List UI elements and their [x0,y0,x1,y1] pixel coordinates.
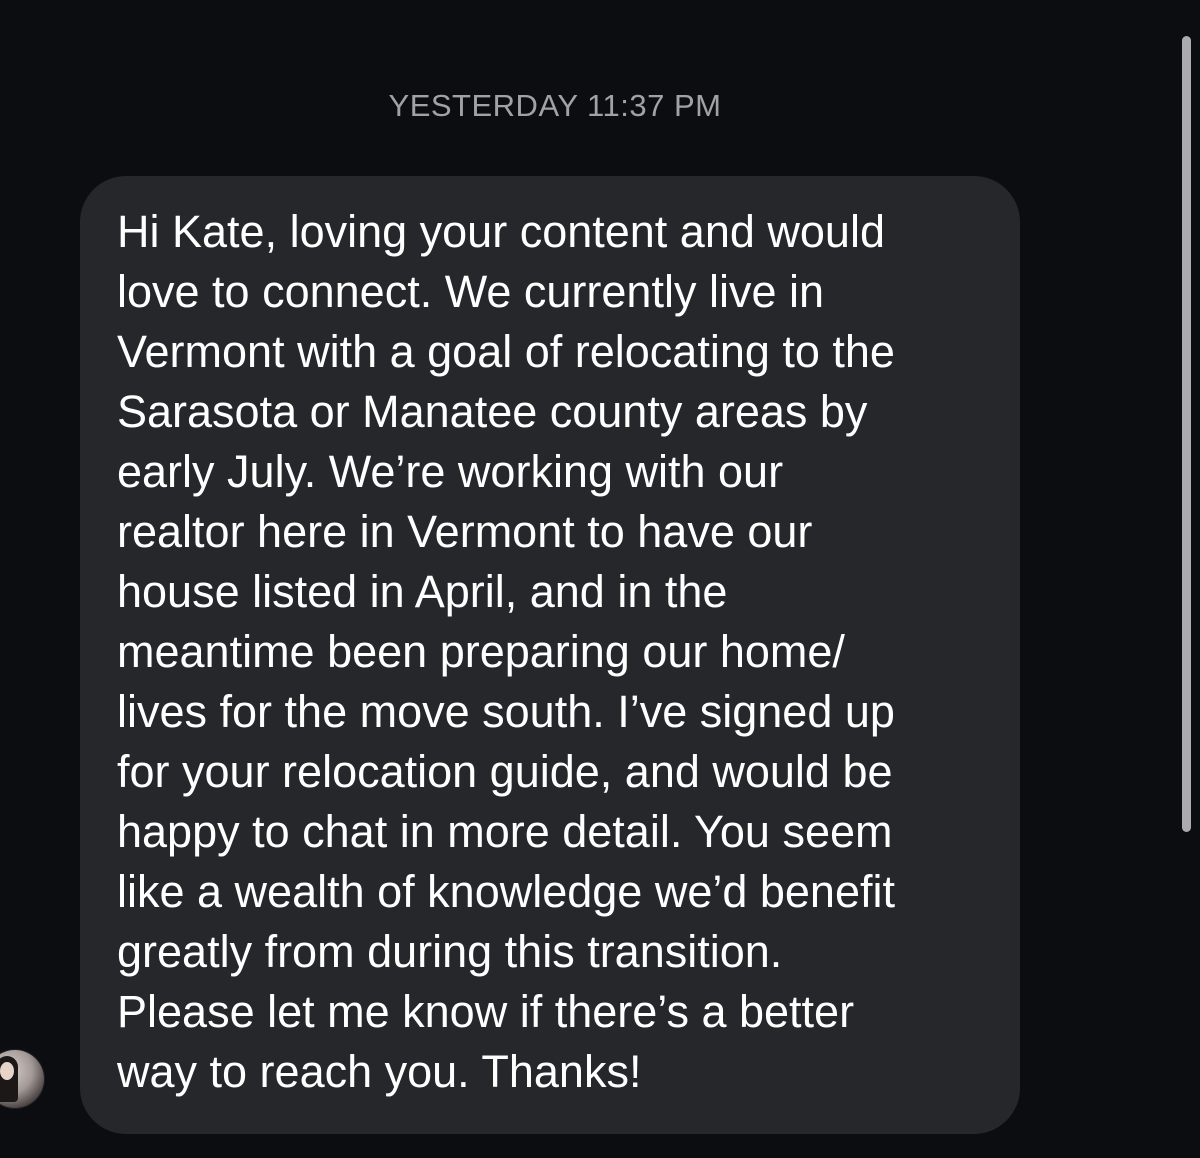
message-thread[interactable]: YESTERDAY 11:37 PM Hi Kate, loving your … [0,0,1200,1158]
incoming-message-bubble[interactable]: Hi Kate, loving your content and would l… [80,176,1020,1134]
avatar-face-shape [0,1062,14,1080]
message-text: Hi Kate, loving your content and would l… [117,206,895,1097]
vertical-scrollbar[interactable] [1182,36,1191,832]
sender-avatar[interactable] [0,1050,44,1108]
message-timestamp: YESTERDAY 11:37 PM [388,88,722,123]
